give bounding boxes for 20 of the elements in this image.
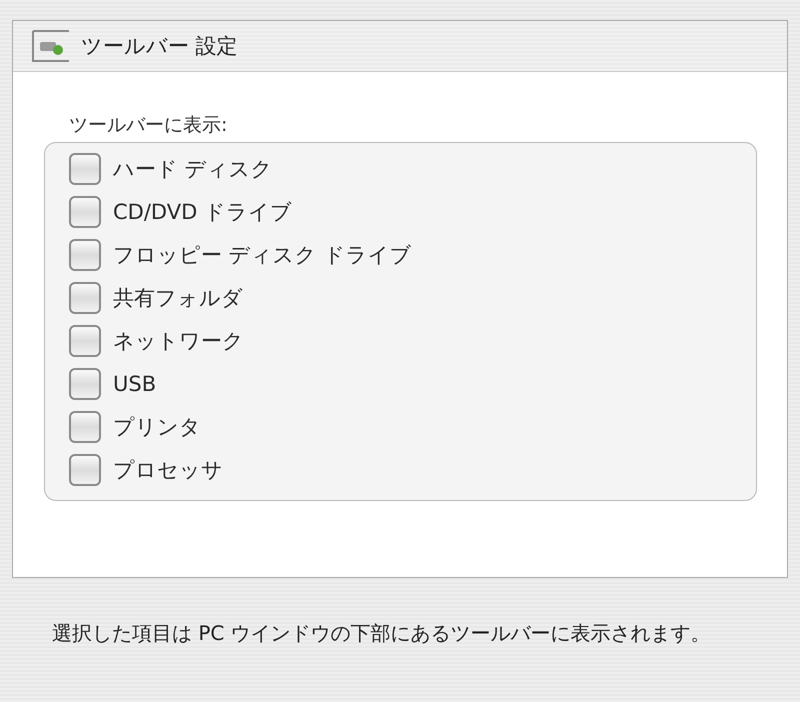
drive-icon (31, 29, 71, 63)
checkbox[interactable] (69, 196, 101, 228)
checkbox[interactable] (69, 325, 101, 357)
checkbox-label: ネットワーク (113, 328, 244, 355)
checkbox[interactable] (69, 153, 101, 185)
checkbox[interactable] (69, 282, 101, 314)
panel-title: ツールバー 設定 (81, 33, 238, 60)
checkbox-label: プロセッサ (113, 457, 223, 484)
checkbox-label: USB (113, 372, 156, 396)
checkbox[interactable] (69, 411, 101, 443)
checkbox-label: プリンタ (113, 414, 201, 441)
checkbox-label: CD/DVD ドライブ (113, 199, 292, 226)
checkbox[interactable] (69, 368, 101, 400)
checkbox[interactable] (69, 239, 101, 271)
group-label: ツールバーに表示: (68, 113, 228, 138)
help-text: 選択した項目は PC ウインドウの下部にあるツールバーに表示されます。 (52, 620, 712, 647)
checkbox[interactable] (69, 454, 101, 486)
checkbox-label: 共有フォルダ (113, 285, 243, 312)
checkbox-label: ハード ディスク (113, 156, 273, 183)
checkbox-label: フロッピー ディスク ドライブ (113, 242, 412, 269)
